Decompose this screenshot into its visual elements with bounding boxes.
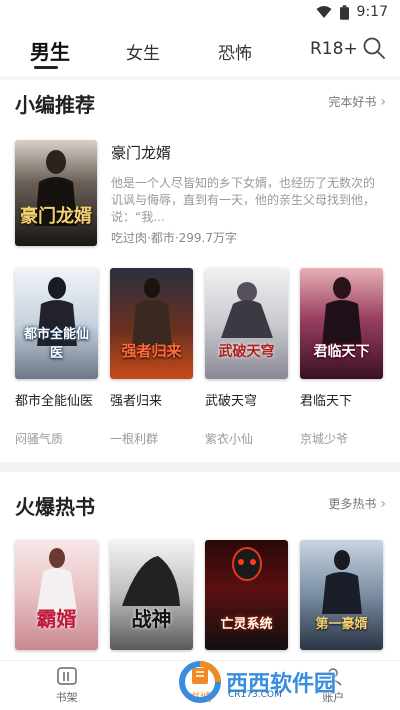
book-author: 一根利群 — [110, 432, 159, 446]
section-title-hot-books: 火爆热书 — [15, 495, 95, 519]
book-author: 闷骚气质 — [15, 432, 64, 446]
tab-male[interactable]: 男生 — [30, 36, 70, 65]
book-cover-title: 武破天穹 — [218, 344, 275, 360]
status-bar: 9:17 — [0, 0, 400, 24]
book-cover[interactable]: 霸婿 — [15, 540, 98, 650]
watermark-url: CR173.COM — [228, 690, 282, 700]
book-title[interactable]: 武破天穹 — [205, 390, 257, 409]
chevron-right-icon: › — [380, 93, 386, 110]
book-cover-title: 亡灵系统 — [220, 617, 273, 632]
header-divider — [0, 76, 400, 80]
nav-bookshelf-label: 书架 — [55, 691, 78, 704]
feature-book-description: 他是一个人尽皆知的乡下女婿，也经历了无数次的讥讽与侮辱，直到有一天，他的亲生父母… — [111, 176, 376, 224]
book-cover[interactable]: 亡灵系统 — [205, 540, 288, 650]
active-tab-indicator — [34, 66, 58, 69]
book-author: 京城少爷 — [300, 432, 349, 446]
wifi-icon — [316, 6, 332, 18]
book-cover-title: 强者归来 — [121, 342, 182, 360]
cover-figure-icon — [322, 277, 362, 346]
cover-figure-icon — [232, 547, 262, 581]
book-title[interactable]: 君临天下 — [300, 390, 352, 409]
section-divider — [0, 462, 400, 472]
more-completed-link[interactable]: 完本好书 › — [328, 93, 386, 110]
book-author: 紫衣小仙 — [205, 432, 254, 446]
book-cover[interactable]: 第一豪婿 — [300, 540, 383, 650]
section-title-editor-picks: 小编推荐 — [15, 93, 95, 117]
feature-book-title[interactable]: 豪门龙婿 — [111, 142, 171, 163]
book-cover-title: 霸婿 — [36, 607, 77, 631]
chevron-right-icon: › — [380, 495, 386, 512]
feature-cover-title: 豪门龙婿 — [20, 206, 92, 227]
category-tabs: 男生 女生 恐怖 R18+ — [0, 30, 400, 70]
more-hot-books-label: 更多热书 — [328, 497, 377, 511]
cover-figure-icon — [122, 556, 180, 606]
tab-horror[interactable]: 恐怖 — [218, 39, 252, 64]
more-completed-label: 完本好书 — [328, 95, 377, 109]
watermark-logo-icon — [179, 661, 221, 703]
more-hot-books-link[interactable]: 更多热书 › — [328, 495, 386, 512]
battery-icon — [339, 4, 349, 20]
cover-figure-icon — [132, 278, 172, 346]
book-cover-title: 君临天下 — [313, 344, 370, 360]
book-cover[interactable]: 都市全能仙医 — [15, 268, 98, 379]
book-cover-title: 都市全能仙医 — [23, 327, 89, 361]
cover-figure-icon — [221, 282, 273, 338]
book-cover-title: 战神 — [131, 607, 172, 631]
book-cover[interactable]: 武破天穹 — [205, 268, 288, 379]
feature-book-cover[interactable]: 豪门龙婿 — [15, 140, 97, 246]
watermark: 西西软件园 CR173.COM — [178, 660, 378, 704]
book-cover[interactable]: 君临天下 — [300, 268, 383, 379]
book-title[interactable]: 强者归来 — [110, 390, 162, 409]
tab-female[interactable]: 女生 — [126, 39, 160, 64]
book-title[interactable]: 都市全能仙医 — [15, 390, 93, 409]
nav-bookshelf[interactable]: 书架 — [0, 661, 133, 710]
cover-figure-icon — [322, 550, 362, 614]
status-time: 9:17 — [356, 4, 388, 20]
bookshelf-icon — [56, 667, 77, 685]
book-cover-title: 第一豪婿 — [315, 617, 368, 632]
book-cover[interactable]: 战神 — [110, 540, 193, 650]
search-icon[interactable] — [362, 36, 386, 60]
feature-book-meta: 吃过肉·都市·299.7万字 — [111, 231, 237, 245]
tab-r18[interactable]: R18+ — [310, 39, 358, 59]
book-cover[interactable]: 强者归来 — [110, 268, 193, 379]
